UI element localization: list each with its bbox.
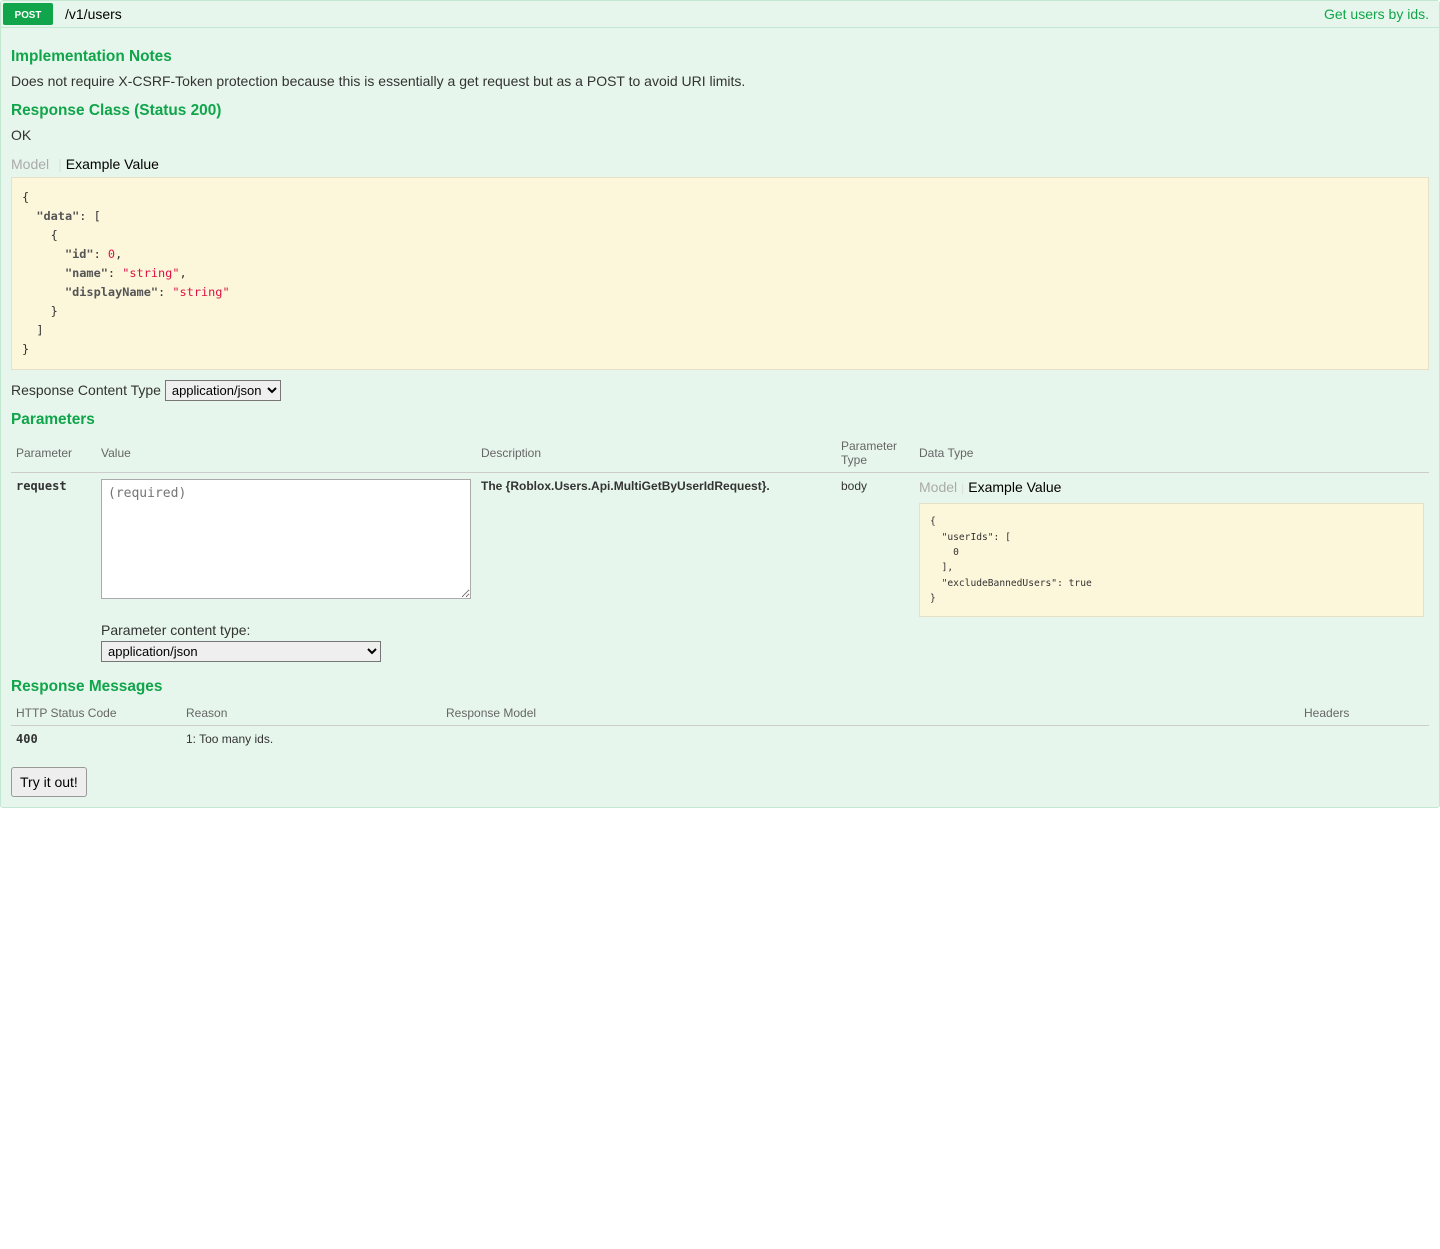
param-content-type-label: Parameter content type: [101,622,471,638]
http-method-badge: POST [3,3,53,25]
th-parameter: Parameter [11,434,96,473]
th-response-model: Response Model [441,701,1299,726]
th-description: Description [476,434,836,473]
param-type: body [836,473,914,669]
table-row: request Parameter content type: applicat… [11,473,1429,669]
status-code: 400 [11,726,181,753]
param-desc-prefix: The [481,479,506,493]
try-it-out-button[interactable]: Try it out! [11,767,87,797]
endpoint-summary[interactable]: Get users by ids. [1324,6,1439,22]
tab-model[interactable]: Model [11,156,54,172]
param-value-cell: Parameter content type: application/json [96,473,476,669]
tab-example-value-request[interactable]: Example Value [968,479,1061,495]
param-name: request [11,473,96,669]
implementation-notes-body: Does not require X-CSRF-Token protection… [11,71,1429,92]
tab-model-request[interactable]: Model [919,479,957,495]
param-data-type-cell: Model|Example Value { "userIds": [ 0 ], … [914,473,1429,669]
param-description: The {Roblox.Users.Api.MultiGetByUserIdRe… [476,473,836,669]
parameters-title: Parameters [11,411,1429,429]
implementation-notes-title: Implementation Notes [11,48,1429,66]
response-example-box[interactable]: { "data": [ { "id": 0, "name": "string",… [11,177,1429,370]
response-content-type-row: Response Content Type application/json [11,380,1429,401]
response-model [441,726,1299,753]
response-content-type-label: Response Content Type [11,382,165,398]
param-desc-bold: {Roblox.Users.Api.MultiGetByUserIdReques… [506,479,770,493]
response-messages-table: HTTP Status Code Reason Response Model H… [11,701,1429,752]
th-parameter-type: Parameter Type [836,434,914,473]
th-headers: Headers [1299,701,1429,726]
response-class-title: Response Class (Status 200) [11,102,1429,120]
parameters-table: Parameter Value Description Parameter Ty… [11,434,1429,668]
th-data-type: Data Type [914,434,1429,473]
response-content-type-select[interactable]: application/json [165,380,281,401]
param-content-type-select[interactable]: application/json [101,641,381,662]
th-reason: Reason [181,701,441,726]
request-body-input[interactable] [101,479,471,599]
tab-separator: | [957,481,968,495]
table-row: 4001: Too many ids. [11,726,1429,753]
request-model-tabs: Model|Example Value [919,479,1424,495]
endpoint-path[interactable]: /v1/users [55,6,1324,22]
response-headers [1299,726,1429,753]
tab-separator: | [54,156,66,172]
tab-example-value[interactable]: Example Value [66,156,164,172]
api-operation-block: POST /v1/users Get users by ids. Impleme… [0,0,1440,808]
reason: 1: Too many ids. [181,726,441,753]
response-messages-title: Response Messages [11,678,1429,696]
response-status-text: OK [11,125,1429,146]
operation-heading[interactable]: POST /v1/users Get users by ids. [1,1,1439,28]
th-status-code: HTTP Status Code [11,701,181,726]
operation-content: Implementation Notes Does not require X-… [1,28,1439,807]
th-value: Value [96,434,476,473]
request-example-box[interactable]: { "userIds": [ 0 ], "excludeBannedUsers"… [919,503,1424,617]
response-model-tabs: Model|Example Value [11,156,1429,172]
